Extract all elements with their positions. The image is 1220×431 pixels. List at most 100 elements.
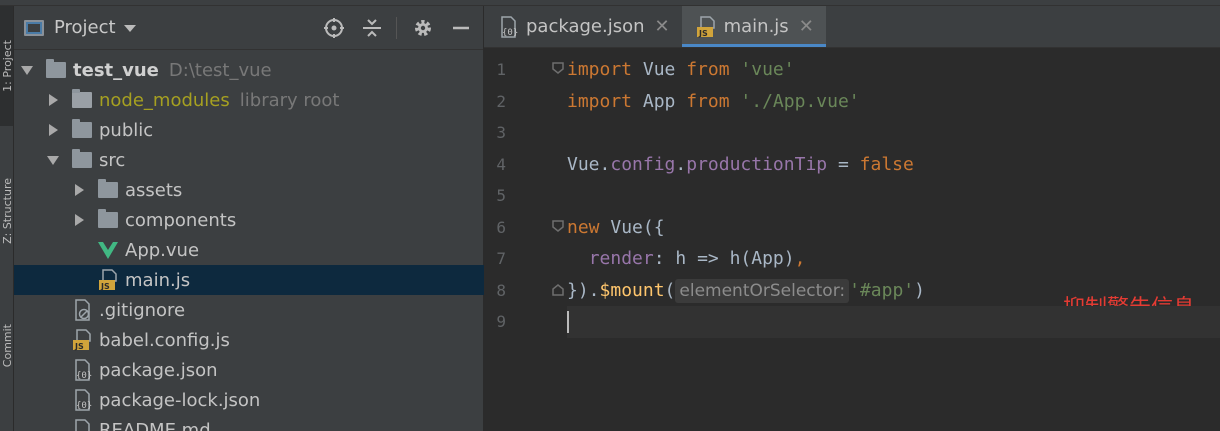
- chevron-down-icon[interactable]: [46, 153, 60, 167]
- ignore-file-icon: [72, 299, 92, 321]
- project-panel-header: Project: [14, 6, 483, 50]
- tree-item-test-vue[interactable]: test_vue D:\test_vue: [14, 55, 484, 85]
- tree-item-main-js[interactable]: JS main.js: [14, 265, 484, 295]
- svg-text:{0}: {0}: [76, 371, 92, 381]
- close-icon[interactable]: ✕: [655, 16, 670, 37]
- markdown-file-icon: [72, 419, 92, 431]
- chevron-right-icon[interactable]: [46, 123, 60, 137]
- line-number: 9: [496, 312, 506, 331]
- tree-item-babel-config[interactable]: JS babel.config.js: [14, 325, 484, 355]
- json-file-icon: {0}: [72, 359, 92, 381]
- tree-item-label: .gitignore: [99, 299, 186, 321]
- tree-item-label: test_vue: [73, 59, 159, 81]
- tree-item-public[interactable]: public: [14, 115, 484, 145]
- structure-tool-label: Z: Structure: [0, 178, 14, 244]
- code-line-9: [567, 306, 1220, 338]
- tree-item-hint: library root: [239, 89, 340, 111]
- property: config: [610, 153, 676, 175]
- code-line-1: import Vue from 'vue': [567, 54, 1220, 86]
- chevron-right-icon[interactable]: [46, 93, 60, 107]
- line-number: 6: [496, 217, 506, 237]
- tab-main-js[interactable]: JS main.js ✕: [681, 6, 826, 47]
- chevron-down-icon[interactable]: [123, 25, 136, 32]
- parameter-hint: elementOrSelector:: [675, 278, 850, 303]
- structure-tool-tab[interactable]: Z: Structure: [0, 146, 14, 276]
- json-file-icon: {0}: [498, 15, 518, 38]
- keyword: import: [567, 59, 633, 80]
- js-file-icon: JS: [72, 329, 92, 351]
- project-tool-tab[interactable]: 1: Project: [0, 6, 14, 126]
- commit-tool-tab[interactable]: Commit: [0, 296, 14, 396]
- svg-text:JS: JS: [698, 29, 708, 38]
- svg-text:JS: JS: [100, 282, 110, 291]
- tree-item-label: components: [125, 209, 237, 231]
- locate-icon[interactable]: [322, 16, 346, 40]
- close-icon[interactable]: ✕: [799, 16, 814, 37]
- js-file-icon: JS: [696, 15, 716, 38]
- code-text: }).: [567, 279, 600, 301]
- keyword: from: [686, 59, 730, 80]
- project-panel-title[interactable]: Project: [54, 17, 116, 38]
- tree-item-package-lock-json[interactable]: {0} package-lock.json: [14, 385, 484, 415]
- string-literal: '#app': [849, 279, 915, 301]
- folder-icon: [46, 59, 66, 78]
- tree-item-assets[interactable]: assets: [14, 175, 484, 205]
- line-number: 3: [496, 123, 506, 142]
- fold-marker-icon[interactable]: [551, 61, 565, 79]
- project-tool-label: 1: Project: [0, 40, 14, 92]
- code-text: (: [664, 279, 676, 301]
- chevron-down-icon[interactable]: [20, 63, 34, 77]
- tree-item-components[interactable]: components: [14, 205, 484, 235]
- punctuation: ,: [794, 248, 806, 269]
- vue-file-icon: [98, 239, 118, 261]
- tree-item-app-vue[interactable]: App.vue: [14, 235, 484, 265]
- line-number: 2: [496, 91, 506, 111]
- line-number: 7: [496, 249, 506, 268]
- json-file-icon: {0}: [72, 389, 92, 411]
- svg-text:{0}: {0}: [502, 28, 518, 38]
- tree-item-label: babel.config.js: [99, 329, 230, 351]
- tree-item-label: public: [99, 119, 154, 141]
- folder-icon: [72, 149, 92, 168]
- gear-icon[interactable]: [411, 16, 435, 40]
- property: productionTip: [686, 153, 828, 175]
- tree-item-package-json[interactable]: {0} package.json: [14, 355, 484, 385]
- keyword: import: [567, 90, 633, 112]
- property: render: [588, 248, 654, 269]
- text-cursor: [567, 311, 569, 333]
- tree-item-label: main.js: [125, 269, 191, 291]
- folder-icon: [98, 209, 118, 228]
- fold-marker-icon[interactable]: [551, 219, 565, 237]
- code-line-2: import App from './App.vue': [567, 86, 1220, 118]
- string-literal: './App.vue': [740, 90, 860, 112]
- tab-label: package.json: [526, 16, 645, 37]
- tab-package-json[interactable]: {0} package.json ✕: [484, 6, 682, 47]
- tree-item-readme[interactable]: README.md: [14, 415, 484, 431]
- line-number: 8: [496, 280, 506, 300]
- tree-item-path: D:\test_vue: [168, 59, 272, 81]
- chevron-right-icon[interactable]: [72, 183, 86, 197]
- tree-item-label: package-lock.json: [99, 389, 261, 411]
- tree-item-label: App.vue: [125, 239, 200, 261]
- keyword: new: [567, 216, 600, 238]
- code-text: Vue.: [567, 153, 611, 175]
- editor-area: {0} package.json ✕ JS main.js ✕ 1 2 3 4 …: [484, 6, 1220, 431]
- minimize-icon[interactable]: [449, 16, 473, 40]
- code-line-4: Vue.config.productionTip = false抑制警告信息: [567, 149, 1220, 321]
- commit-tool-label: Commit: [0, 324, 14, 368]
- collapse-icon[interactable]: [360, 16, 384, 40]
- code-editor[interactable]: import Vue from 'vue' import App from '.…: [567, 54, 1220, 338]
- fold-end-marker-icon[interactable]: [551, 279, 565, 297]
- tree-item-gitignore[interactable]: .gitignore: [14, 295, 484, 325]
- chevron-right-icon[interactable]: [72, 213, 86, 227]
- tree-item-src[interactable]: src: [14, 145, 484, 175]
- code-text: Vue({: [599, 216, 665, 238]
- code-text: App: [632, 90, 687, 112]
- code-text: .: [675, 153, 687, 175]
- line-number: 4: [496, 154, 506, 174]
- tree-item-node-modules[interactable]: node_modules library root: [14, 85, 484, 115]
- project-tree: test_vue D:\test_vue node_modules librar…: [14, 55, 484, 431]
